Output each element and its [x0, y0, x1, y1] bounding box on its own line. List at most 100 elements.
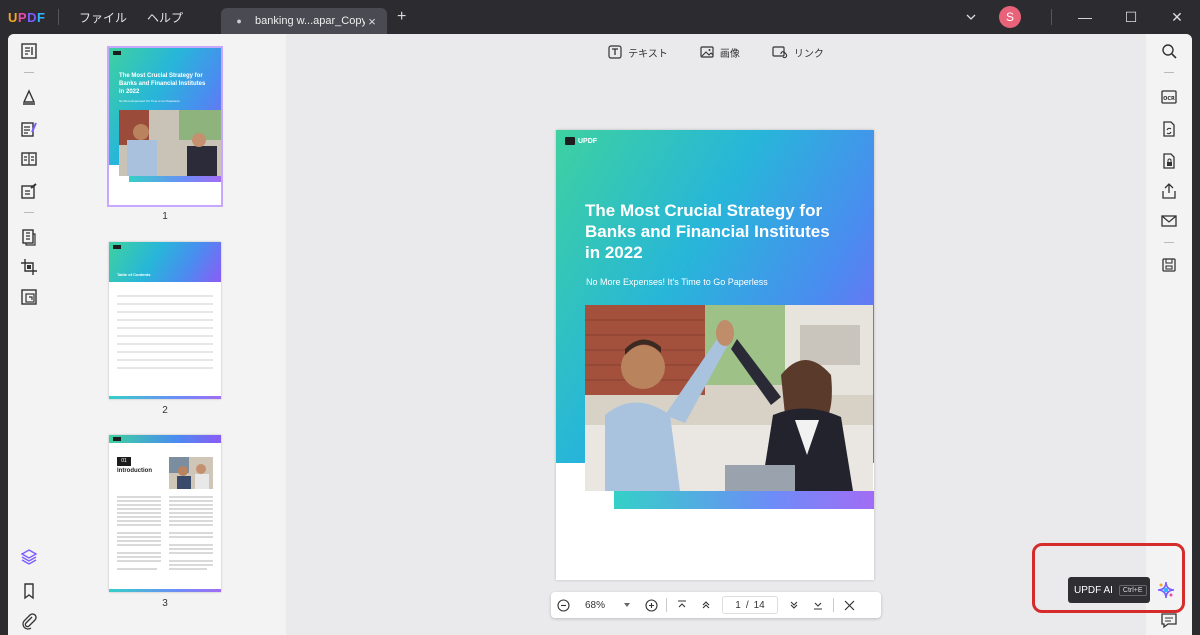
page-number-input[interactable]: 1 / 14	[722, 596, 778, 614]
reader-icon[interactable]	[20, 42, 38, 60]
thumbnail-panel: The Most Crucial Strategy for Banks and …	[48, 34, 286, 635]
protect-document-icon[interactable]	[1160, 152, 1178, 170]
cover-photo	[585, 305, 873, 491]
bookmark-icon[interactable]	[20, 582, 38, 600]
next-page-button[interactable]	[782, 592, 806, 618]
divider	[833, 598, 834, 612]
close-navigation-button[interactable]	[837, 592, 861, 618]
thumbnail-number-1: 1	[162, 211, 168, 222]
edit-toolbar: テキスト 画像 リンク	[286, 42, 1146, 62]
thumb-footer	[109, 396, 221, 399]
left-toolbar	[8, 34, 48, 635]
zoom-out-icon	[556, 598, 570, 612]
search-icon[interactable]	[1160, 42, 1178, 60]
attachment-icon[interactable]	[20, 612, 38, 630]
maximize-button[interactable]: ☐	[1108, 0, 1154, 34]
thumb-brand-mark	[113, 51, 121, 55]
link-label: リンク	[793, 48, 824, 60]
menu-help[interactable]: ヘルプ	[137, 9, 193, 26]
thumb-brand-mark	[113, 437, 121, 441]
comment-icon[interactable]	[20, 88, 38, 106]
thumb-footer	[109, 589, 221, 592]
thumb-toc-lines	[117, 295, 213, 369]
email-icon[interactable]	[1160, 212, 1178, 230]
minimize-button[interactable]: —	[1062, 0, 1108, 34]
last-page-button[interactable]	[806, 592, 830, 618]
thumb-photo	[119, 110, 221, 176]
thumb-chapter-number: 01	[117, 457, 131, 466]
app-logo: UPDF	[8, 9, 46, 25]
first-page-icon	[678, 600, 686, 608]
edit-pdf-icon[interactable]	[20, 120, 38, 138]
zoom-dropdown[interactable]	[615, 592, 639, 618]
tab-close-icon[interactable]: ×	[365, 14, 379, 29]
add-link-button[interactable]: リンク	[772, 42, 824, 62]
main-window: The Most Crucial Strategy for Banks and …	[8, 34, 1192, 635]
thumbnail-number-2: 2	[162, 405, 168, 416]
document-canvas: テキスト 画像 リンク UPDF The Most Crucial Strate…	[286, 34, 1146, 635]
zoom-in-button[interactable]	[639, 592, 663, 618]
thumbnail-page-1[interactable]: The Most Crucial Strategy for Banks and …	[107, 46, 223, 207]
save-icon[interactable]	[1160, 256, 1178, 274]
chevron-down-icon[interactable]	[965, 11, 977, 23]
document-page[interactable]: UPDF The Most Crucial Strategy for Banks…	[556, 130, 874, 580]
cover-accent-bar	[614, 491, 874, 509]
layers-icon[interactable]	[20, 548, 38, 566]
caret-down-icon	[624, 603, 630, 607]
divider	[1164, 72, 1174, 73]
zoom-out-button[interactable]	[551, 592, 575, 618]
text-label: テキスト	[628, 48, 668, 60]
thumbnail-page-2[interactable]: Table of Contents	[109, 242, 221, 399]
thumb-photo	[169, 457, 213, 489]
add-image-button[interactable]: 画像	[700, 42, 740, 62]
thumb-accent	[129, 176, 221, 182]
title-bar: UPDF ファイル ヘルプ ● banking w...apar_Copy × …	[0, 0, 1200, 34]
tab-title: banking w...apar_Copy	[255, 15, 366, 27]
thumb-title: Introduction	[117, 468, 152, 474]
convert-icon[interactable]	[1160, 120, 1178, 138]
comment-list-icon[interactable]	[1160, 611, 1178, 629]
share-icon[interactable]	[1160, 182, 1178, 200]
cover-subtitle: No More Expenses! It's Time to Go Paperl…	[586, 277, 768, 287]
divider	[1164, 242, 1174, 243]
pages-icon[interactable]	[20, 228, 38, 246]
thumb-title: The Most Crucial Strategy for Banks and …	[119, 73, 206, 95]
thumb-body-text	[117, 496, 213, 570]
highlight-box	[1032, 543, 1185, 613]
cover-brand: UPDF	[565, 137, 597, 145]
thumbnail-page-3[interactable]: 01 Introduction	[109, 435, 221, 592]
previous-page-button[interactable]	[694, 592, 718, 618]
close-icon	[844, 600, 854, 610]
first-page-button[interactable]	[670, 592, 694, 618]
thumb-title: Table of Contents	[117, 272, 151, 277]
thumbnail-number-3: 3	[162, 598, 168, 609]
chevron-double-down-icon	[790, 601, 798, 609]
document-tab[interactable]: ● banking w...apar_Copy ×	[221, 8, 388, 34]
page-separator: /	[745, 599, 749, 611]
current-page: 1	[735, 599, 741, 611]
user-avatar[interactable]: S	[999, 6, 1021, 28]
zoom-value[interactable]: 68%	[575, 600, 615, 611]
tab-status-icon: ●	[236, 16, 242, 26]
crop-icon[interactable]	[20, 258, 38, 276]
new-tab-button[interactable]: +	[397, 8, 406, 26]
divider	[58, 9, 59, 25]
thumb-header	[109, 435, 221, 443]
form-icon[interactable]	[20, 182, 38, 200]
total-pages: 14	[753, 599, 765, 611]
protect-icon[interactable]	[20, 288, 38, 306]
ocr-icon[interactable]: OCR	[1160, 88, 1178, 106]
divider	[666, 598, 667, 612]
text-icon	[608, 45, 622, 59]
close-window-button[interactable]: ✕	[1154, 0, 1200, 34]
zoom-in-icon	[644, 598, 658, 612]
menu-file[interactable]: ファイル	[69, 9, 137, 26]
chevron-double-up-icon	[702, 601, 710, 609]
add-text-button[interactable]: テキスト	[608, 42, 668, 62]
brand-mark	[565, 137, 575, 145]
divider	[24, 212, 34, 213]
image-label: 画像	[719, 48, 740, 60]
link-icon	[772, 46, 787, 59]
page-navigation-bar: 68% 1 / 14	[551, 592, 881, 618]
organize-icon[interactable]	[20, 150, 38, 168]
